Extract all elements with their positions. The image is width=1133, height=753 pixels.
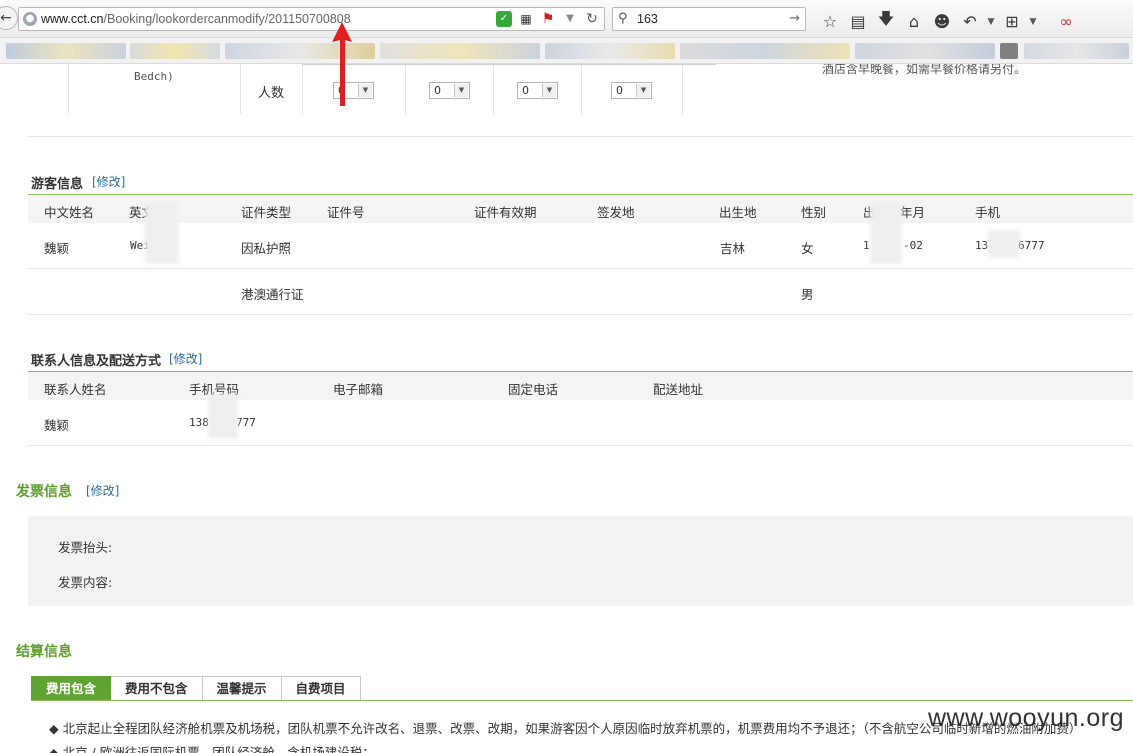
bookmark-star-icon[interactable]: ☆ xyxy=(816,12,844,31)
crop-icon[interactable]: ⊞ xyxy=(998,12,1026,31)
back-button[interactable]: ← xyxy=(0,6,18,30)
chevron-down-icon[interactable]: ▼ xyxy=(984,17,998,27)
flag-icon[interactable]: ⚑ xyxy=(540,11,556,27)
download-icon[interactable]: 🡇 xyxy=(872,8,900,35)
undo-icon[interactable]: ↶ xyxy=(956,12,984,31)
invoice-content-label: 发票内容: xyxy=(58,575,113,590)
people-label: 人数 xyxy=(258,86,285,101)
chevron-down-icon: ▼ xyxy=(358,84,372,97)
url-text: www.cct.cn/Booking/lookordercanmodify/20… xyxy=(41,12,351,26)
chat-icon[interactable]: ☻ xyxy=(928,12,956,31)
tab-self-paid[interactable]: 自费项目 xyxy=(281,676,361,701)
bookmarks-bar xyxy=(0,38,1133,64)
reading-list-icon[interactable]: ▤ xyxy=(844,12,872,31)
chevron-down-icon: ▼ xyxy=(636,84,650,97)
settlement-tabs: 费用包含 费用不包含 温馨提示 自费项目 xyxy=(31,676,361,701)
tourist-edit-link[interactable]: [修改] xyxy=(92,173,125,190)
tab-tips[interactable]: 温馨提示 xyxy=(202,676,282,701)
contact-edit-link[interactable]: [修改] xyxy=(169,350,202,367)
shield-icon[interactable]: ✓ xyxy=(496,11,512,27)
reload-icon[interactable]: ↻ xyxy=(584,11,600,27)
chevron-down-icon: ▼ xyxy=(542,84,556,97)
settlement-section-title: 结算信息 xyxy=(16,644,72,660)
search-value: 163 xyxy=(637,12,658,26)
watermark: www.wooyun.org xyxy=(928,704,1124,732)
qr-code-icon[interactable]: ▦ xyxy=(518,11,534,27)
room-type-text: Bedch) xyxy=(134,70,174,83)
addon-icon[interactable]: ∞ xyxy=(1052,12,1080,31)
tourist-section-title: 游客信息 xyxy=(31,177,84,192)
contact-table-header: 联系人姓名 手机号码 电子邮箱 固定电话 配送地址 xyxy=(28,372,1133,400)
people-count-select-4[interactable]: 0 ▼ xyxy=(611,82,652,99)
search-go-icon[interactable]: → xyxy=(789,11,800,26)
fee-item-2: ◆ 北京 / 欧洲往返国际机票，团队经济舱，含机场建设税； xyxy=(49,745,375,753)
address-bar[interactable]: ● www.cct.cn/Booking/lookordercanmodify/… xyxy=(18,7,605,31)
dropdown-icon[interactable]: ▼ xyxy=(562,11,578,27)
fee-item-1: ◆ 北京起止全程团队经济舱机票及机场税，团队机票不允许改名、退票、改票、改期，如… xyxy=(49,721,1082,736)
globe-icon: ● xyxy=(23,12,37,26)
invoice-section-title: 发票信息 xyxy=(16,484,72,500)
search-input[interactable]: ⚲ 163 → xyxy=(612,7,806,31)
home-icon[interactable]: ⌂ xyxy=(900,12,928,31)
tab-fee-excluded[interactable]: 费用不包含 xyxy=(111,676,203,701)
people-count-select-3[interactable]: 0 ▼ xyxy=(517,82,558,99)
tourist-table-header: 中文姓名 英文 证件类型 证件号 证件有效期 签发地 出生地 性别 出 年月 手… xyxy=(28,195,1133,223)
invoice-box: 发票抬头: 发票内容: xyxy=(28,516,1133,606)
invoice-edit-link[interactable]: [修改] xyxy=(86,482,119,499)
chevron-down-icon[interactable]: ▼ xyxy=(1026,17,1040,27)
search-icon: ⚲ xyxy=(618,11,628,26)
people-count-select-2[interactable]: 0 ▼ xyxy=(429,82,470,99)
invoice-header-label: 发票抬头: xyxy=(58,540,113,555)
red-arrow-annotation xyxy=(332,22,352,106)
chevron-down-icon: ▼ xyxy=(454,84,468,97)
browser-toolbar: ← ● www.cct.cn/Booking/lookordercanmodif… xyxy=(0,0,1133,38)
tab-fee-included[interactable]: 费用包含 xyxy=(31,676,112,701)
hotel-note: 酒店含早晚餐，如需早餐价格请另付。 xyxy=(822,64,1027,76)
order-detail-page: Bedch) 人数 0▼ 0▼ 0▼ 0▼ 酒店含早晚餐，如需早餐价格请另付。 … xyxy=(0,64,1133,753)
contact-section-title: 联系人信息及配送方式 xyxy=(31,354,162,369)
